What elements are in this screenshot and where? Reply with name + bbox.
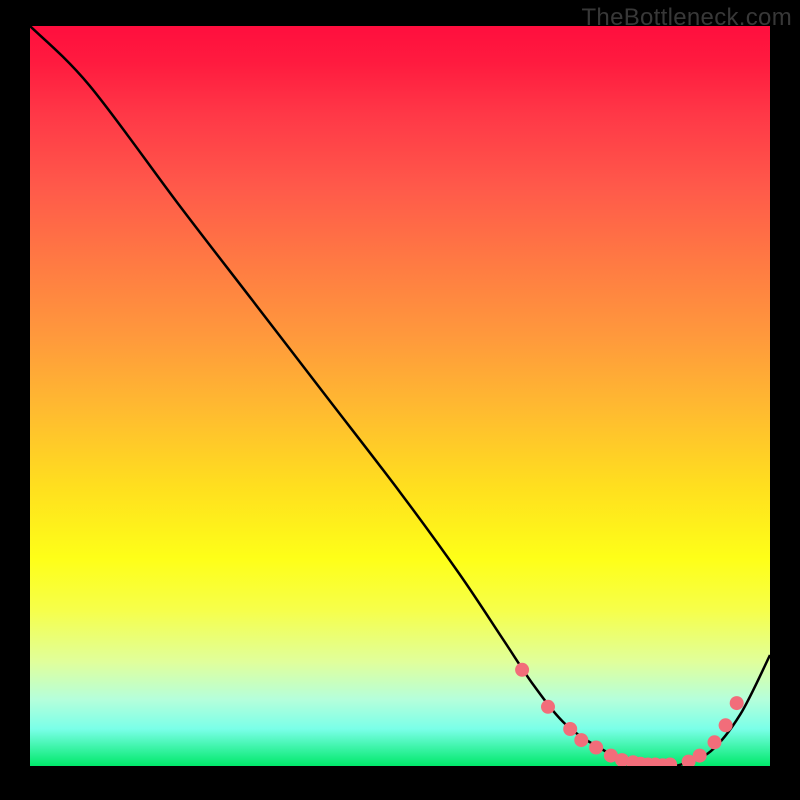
curve-marker — [708, 735, 722, 749]
curve-marker — [589, 741, 603, 755]
curve-markers — [515, 663, 744, 766]
chart-plot-area — [30, 26, 770, 766]
curve-marker — [574, 733, 588, 747]
curve-marker — [515, 663, 529, 677]
curve-marker — [719, 718, 733, 732]
chart-container: TheBottleneck.com — [0, 0, 800, 800]
bottleneck-curve — [30, 26, 770, 766]
curve-marker — [563, 722, 577, 736]
curve-marker — [693, 749, 707, 763]
curve-marker — [730, 696, 744, 710]
curve-marker — [541, 700, 555, 714]
chart-svg — [30, 26, 770, 766]
